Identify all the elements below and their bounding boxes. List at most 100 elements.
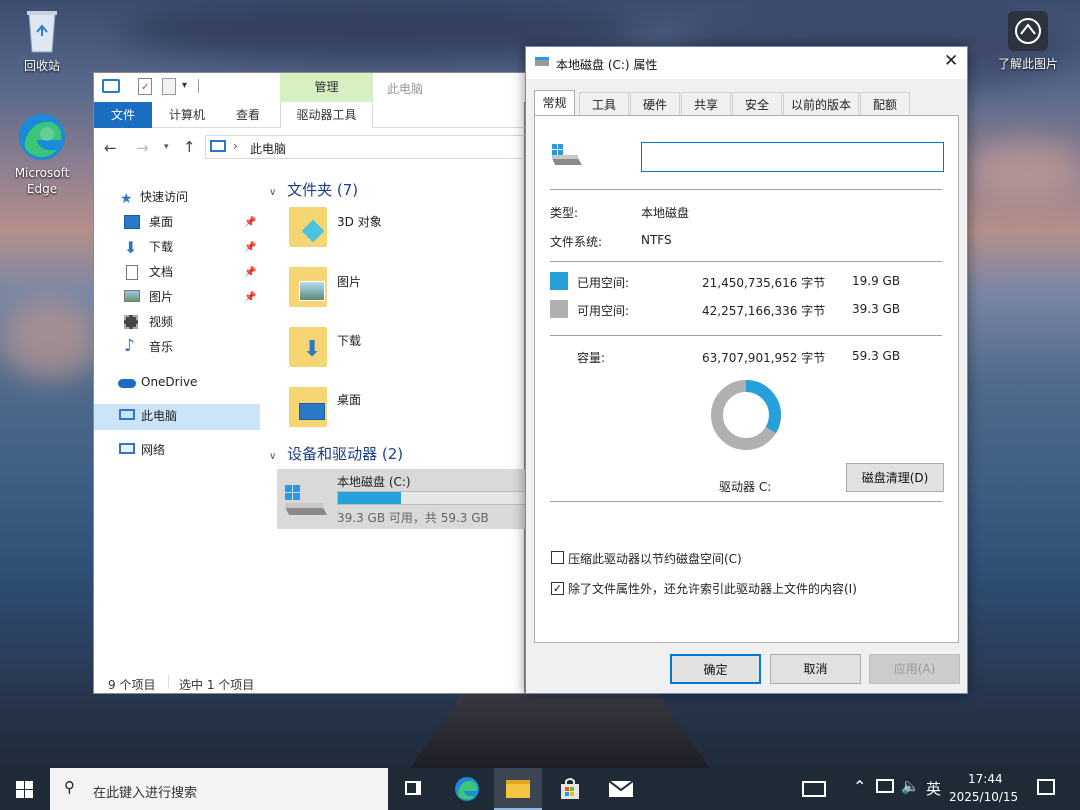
apply-button[interactable]: 应用(A) [869,654,960,684]
store-icon [561,778,579,799]
recent-locations-icon[interactable]: ▾ [164,142,169,152]
nav-videos[interactable]: 视频 [94,310,260,335]
tab-computer[interactable]: 计算机 [158,102,216,128]
compress-checkbox[interactable] [551,551,564,564]
tab-quota[interactable]: 配额 [860,92,910,116]
disk-cleanup-button[interactable]: 磁盘清理(D) [846,463,944,492]
recycle-bin-icon [23,8,61,54]
folder-icon [506,780,530,798]
group-folders-header[interactable]: ∨ 文件夹 (7) [269,179,358,201]
properties-icon[interactable]: ✓ [138,78,152,95]
desktop-learn-picture[interactable]: 了解此图片 [988,10,1068,72]
separator [550,501,942,502]
notification-icon[interactable] [1037,779,1055,795]
filesystem-label: 文件系统: [550,235,603,249]
general-page: 类型: 本地磁盘 文件系统: NTFS 已用空间: 21,450,735,616… [534,115,959,643]
drive-c-tile[interactable]: 本地磁盘 (C:) 39.3 GB 可用，共 59.3 GB [277,469,526,529]
taskbar-mail[interactable] [597,768,645,810]
explorer-title: 此电脑 [387,82,424,96]
used-space-label: 已用空间: [577,276,630,290]
nav-onedrive[interactable]: OneDrive [94,370,260,395]
search-placeholder: 在此键入进行搜索 [93,786,198,801]
usage-donut-chart [711,380,781,450]
toolbar-separator [198,79,199,93]
computer-address-icon [210,140,226,152]
task-view-icon [405,781,421,795]
index-label[interactable]: 除了文件属性外，还允许索引此驱动器上文件的内容(I) [568,580,857,597]
computer-icon [119,409,135,420]
edge-icon [17,112,67,162]
start-button[interactable] [0,768,50,810]
network-icon[interactable] [876,779,894,793]
filesystem-value: NTFS [641,233,672,247]
breadcrumb-chevron-icon: › [233,139,238,153]
breadcrumb-thispc[interactable]: 此电脑 [250,140,286,157]
drive-c-name: 本地磁盘 (C:) [337,475,411,489]
content-pane: ∨ 文件夹 (7) 3D 对象 图片 ⬇ 下载 桌面 ∨ 设备和驱动器 (2) … [269,177,526,657]
search-icon: ⚲ [64,778,75,796]
nav-pictures[interactable]: 图片 📌 [94,285,260,310]
capacity-gb: 59.3 GB [852,349,901,363]
clock-time[interactable]: 17:44 [968,772,1003,786]
tab-security[interactable]: 安全 [732,92,782,116]
explorer-window: ✓ ▾ 管理 此电脑 文件 计算机 查看 驱动器工具 ← → ▾ ↑ › 此电脑… [93,72,526,694]
close-icon[interactable]: ✕ [944,51,958,71]
nav-downloads[interactable]: ⬇ 下载 📌 [94,235,260,260]
new-folder-icon[interactable] [162,78,176,95]
nav-desktop[interactable]: 桌面 📌 [94,210,260,235]
tab-view[interactable]: 查看 [222,102,274,128]
nav-this-pc[interactable]: 此电脑 [94,404,260,430]
taskbar: ⚲ 在此键入进行搜索 ⌃ 🔈 英 17:44 2025/10/15 [0,768,1080,810]
desktop-recycle-bin[interactable]: 回收站 [2,8,82,74]
taskbar-search[interactable]: ⚲ 在此键入进行搜索 [50,768,388,810]
tab-sharing[interactable]: 共享 [681,92,731,116]
ime-indicator[interactable]: 英 [926,778,941,799]
forward-arrow-icon[interactable]: → [136,139,149,157]
folder-desktop-icon [289,387,327,427]
show-hidden-icons-icon[interactable]: ⌃ [853,777,866,796]
address-field[interactable]: › 此电脑 [205,135,526,159]
free-space-bytes: 42,257,166,336 字节 [702,304,826,318]
tab-drive-tools[interactable]: 驱动器工具 [280,102,373,128]
taskbar-edge[interactable] [443,768,491,810]
customize-toolbar-icon[interactable]: ▾ [182,80,187,91]
capacity-bytes: 63,707,901,952 字节 [702,351,826,365]
clock-date[interactable]: 2025/10/15 [949,790,1018,804]
compress-label[interactable]: 压缩此驱动器以节约磁盘空间(C) [568,550,742,567]
used-space-bytes: 21,450,735,616 字节 [702,276,826,290]
windows-logo-icon [16,781,33,798]
drive-c-info: 39.3 GB 可用，共 59.3 GB [337,511,489,525]
ok-button[interactable]: 确定 [670,654,761,684]
nav-quick-access[interactable]: ★ 快速访问 [94,185,260,210]
taskbar-store[interactable] [546,768,594,810]
chevron-down-icon: ∨ [269,187,277,198]
volume-icon[interactable]: 🔈 [901,777,920,795]
up-arrow-icon[interactable]: ↑ [183,138,196,156]
drive-name-input[interactable] [641,142,944,172]
desktop-window-icon[interactable] [802,781,826,797]
capacity-label: 容量: [577,351,606,365]
navigation-pane: ★ 快速访问 桌面 📌 ⬇ 下载 📌 文档 📌 图片 📌 视频 ♪ 音乐 One… [94,177,260,657]
tab-file[interactable]: 文件 [94,102,152,128]
folder-3d-icon [289,207,327,247]
mail-icon [609,781,633,797]
index-checkbox[interactable]: ✓ [551,582,564,595]
status-selected-count: 选中 1 个项目 [179,678,255,692]
nav-documents[interactable]: 文档 📌 [94,260,260,285]
tab-previous-versions[interactable]: 以前的版本 [783,92,859,116]
recycle-bin-label: 回收站 [23,59,60,73]
taskbar-file-explorer[interactable] [494,768,542,810]
nav-network[interactable]: 网络 [94,438,260,463]
task-view-button[interactable] [390,768,438,810]
group-devices-header[interactable]: ∨ 设备和驱动器 (2) [269,443,403,465]
tab-hardware[interactable]: 硬件 [630,92,680,116]
tab-manage-context[interactable]: 管理 [280,73,373,102]
desktop-edge[interactable]: Microsoft Edge [2,112,82,197]
computer-small-icon[interactable] [102,79,120,93]
tab-tools[interactable]: 工具 [579,92,629,116]
nav-music[interactable]: ♪ 音乐 [94,335,260,360]
cancel-button[interactable]: 取消 [770,654,861,684]
back-arrow-icon[interactable]: ← [104,139,117,157]
tab-general[interactable]: 常规 [534,90,575,117]
windows-drive-icon [283,483,329,517]
